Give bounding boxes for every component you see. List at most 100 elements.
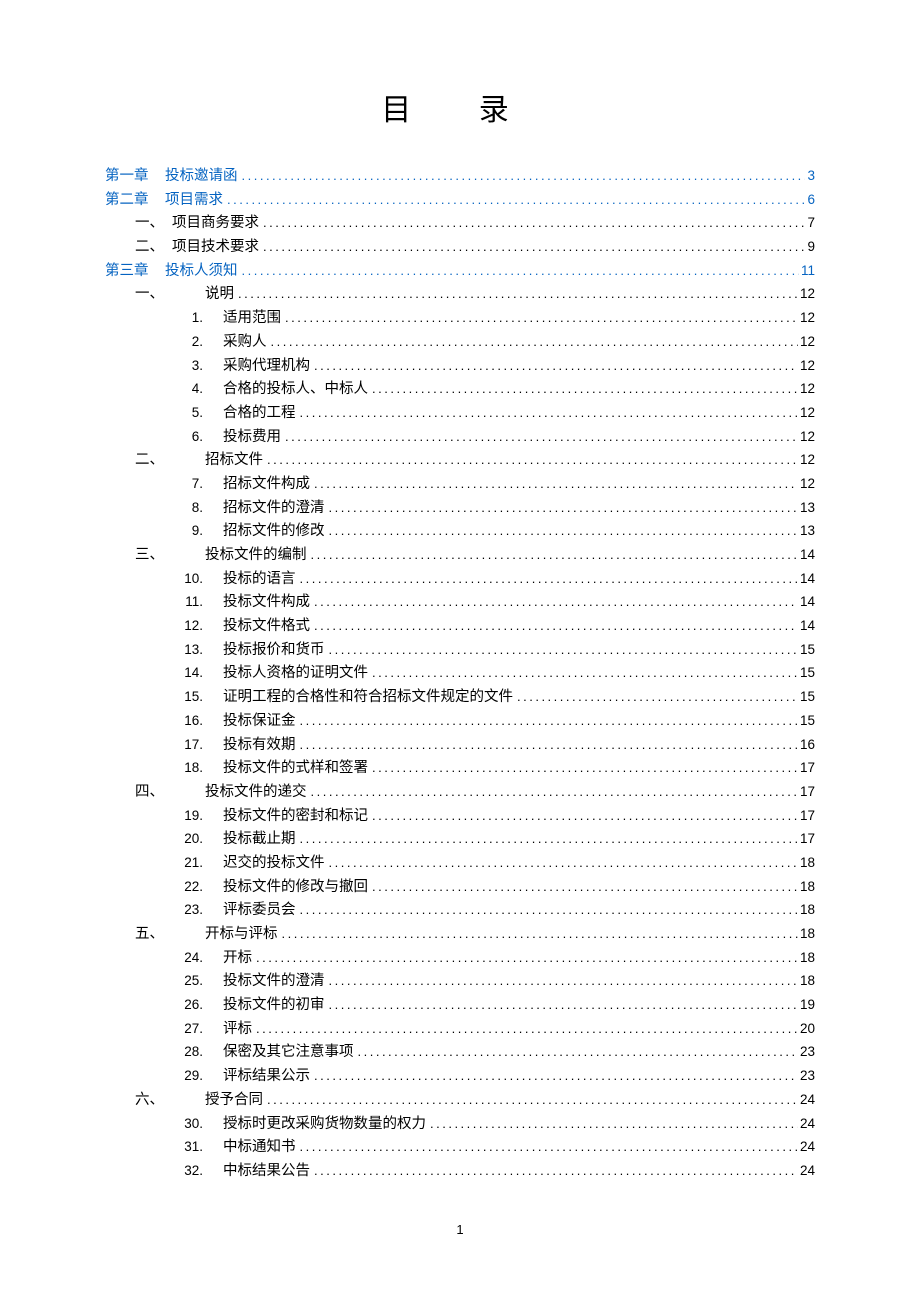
toc-page: 17 (798, 761, 815, 775)
toc-prefix: 7. (165, 477, 211, 491)
toc-entry: 24.开标...................................… (105, 951, 815, 966)
toc-entry: 一、说明....................................… (105, 287, 815, 302)
toc-prefix: 29. (165, 1069, 211, 1083)
toc-entry: 17.投标有效期................................… (105, 738, 815, 753)
toc-title: 目 录 (105, 85, 815, 129)
toc-entry: 五、开标与评标.................................… (105, 927, 815, 942)
toc-entry: 6.投标费用..................................… (105, 430, 815, 445)
toc-prefix: 16. (165, 714, 211, 728)
toc-label: 证明工程的合格性和符合招标文件规定的文件 (211, 690, 517, 705)
toc-prefix: 第三章 (105, 264, 165, 279)
toc-entry: 六、授予合同..................................… (105, 1093, 815, 1108)
toc-entry[interactable]: 第二章项目需求.................................… (105, 193, 815, 208)
toc-page: 13 (798, 501, 815, 515)
toc-prefix: 10. (165, 572, 211, 586)
toc-prefix: 4. (165, 382, 211, 396)
toc-prefix: 一、 (135, 216, 172, 231)
toc-label: 投标文件格式 (211, 619, 314, 634)
toc-label: 招标文件构成 (211, 477, 314, 492)
toc-page: 14 (798, 548, 815, 562)
toc-leader: ........................................… (227, 193, 805, 206)
toc-label: 开标 (211, 951, 256, 966)
toc-prefix: 21. (165, 856, 211, 870)
toc-leader: ........................................… (300, 738, 798, 751)
toc-prefix: 第二章 (105, 193, 165, 208)
toc-label: 投标保证金 (211, 714, 300, 729)
toc-prefix: 11. (165, 595, 211, 609)
toc-leader: ........................................… (314, 359, 798, 372)
toc-label: 授予合同 (205, 1093, 267, 1108)
toc-prefix: 15. (165, 690, 211, 704)
toc-label: 投标文件的编制 (205, 548, 311, 563)
toc-label: 评标结果公示 (211, 1069, 314, 1084)
toc-page: 12 (798, 287, 815, 301)
toc-label: 招标文件的修改 (211, 524, 329, 539)
toc-leader: ........................................… (300, 903, 798, 916)
toc-leader: ........................................… (329, 856, 798, 869)
toc-leader: ........................................… (282, 927, 798, 940)
toc-entry: 31.中标通知书................................… (105, 1140, 815, 1155)
toc-label: 合格的工程 (211, 406, 300, 421)
toc-leader: ........................................… (267, 453, 798, 466)
toc-leader: ........................................… (263, 216, 805, 229)
toc-leader: ........................................… (372, 880, 798, 893)
toc-page: 19 (798, 998, 815, 1012)
toc-page: 12 (798, 453, 815, 467)
toc-entry: 29.评标结果公示...............................… (105, 1069, 815, 1084)
toc-leader: ........................................… (300, 572, 798, 585)
toc-label: 投标的语言 (211, 572, 300, 587)
toc-page: 18 (798, 927, 815, 941)
toc-page: 24 (798, 1164, 815, 1178)
toc-label: 中标通知书 (211, 1140, 300, 1155)
toc-entry: 16.投标保证金................................… (105, 714, 815, 729)
toc-entry: 2.采购人...................................… (105, 335, 815, 350)
toc-label: 项目商务要求 (172, 216, 263, 231)
toc-leader: ........................................… (314, 1164, 798, 1177)
toc-prefix: 5. (165, 406, 211, 420)
toc-label: 投标邀请函 (165, 169, 242, 184)
toc-page: 12 (798, 406, 815, 420)
toc-entry[interactable]: 第一章投标邀请函................................… (105, 169, 815, 184)
toc-label: 适用范围 (211, 311, 285, 326)
toc-entry: 23.评标委员会................................… (105, 903, 815, 918)
toc-page: 12 (798, 359, 815, 373)
toc-leader: ........................................… (300, 832, 798, 845)
toc-entry: 25.投标文件的澄清..............................… (105, 974, 815, 989)
toc-leader: ........................................… (314, 1069, 798, 1082)
toc-leader: ........................................… (256, 1022, 798, 1035)
toc-entry: 8.招标文件的澄清...............................… (105, 501, 815, 516)
toc-prefix: 四、 (135, 785, 205, 800)
toc-entry: 18.投标文件的式样和签署...........................… (105, 761, 815, 776)
toc-leader: ........................................… (271, 335, 798, 348)
toc-entry: 3.采购代理机构................................… (105, 359, 815, 374)
toc-prefix: 六、 (135, 1093, 205, 1108)
toc-label: 投标文件的密封和标记 (211, 809, 372, 824)
toc-entry: 三、投标文件的编制...............................… (105, 548, 815, 563)
toc-page: 23 (798, 1045, 815, 1059)
toc-entry: 22.投标文件的修改与撤回...........................… (105, 880, 815, 895)
toc-entry: 32.中标结果公告...............................… (105, 1164, 815, 1179)
toc-leader: ........................................… (285, 430, 798, 443)
toc-page: 24 (798, 1140, 815, 1154)
toc-page: 11 (799, 264, 815, 278)
toc-leader: ........................................… (430, 1117, 798, 1130)
toc-leader: ........................................… (314, 477, 798, 490)
toc-entry[interactable]: 第三章投标人须知................................… (105, 264, 815, 279)
toc-page: 20 (798, 1022, 815, 1036)
toc-prefix: 28. (165, 1045, 211, 1059)
toc-label: 开标与评标 (205, 927, 282, 942)
toc-label: 投标人须知 (165, 264, 242, 279)
toc-page: 15 (798, 643, 815, 657)
toc-prefix: 31. (165, 1140, 211, 1154)
toc-prefix: 14. (165, 666, 211, 680)
toc-leader: ........................................… (242, 264, 799, 277)
toc-prefix: 3. (165, 359, 211, 373)
toc-entry: 30.授标时更改采购货物数量的权力.......................… (105, 1117, 815, 1132)
toc-page: 18 (798, 880, 815, 894)
toc-label: 投标有效期 (211, 738, 300, 753)
toc-leader: ........................................… (517, 690, 798, 703)
toc-label: 投标文件构成 (211, 595, 314, 610)
toc-entry: 13.投标报价和货币..............................… (105, 643, 815, 658)
toc-page: 15 (798, 666, 815, 680)
toc-page: 6 (805, 193, 815, 207)
